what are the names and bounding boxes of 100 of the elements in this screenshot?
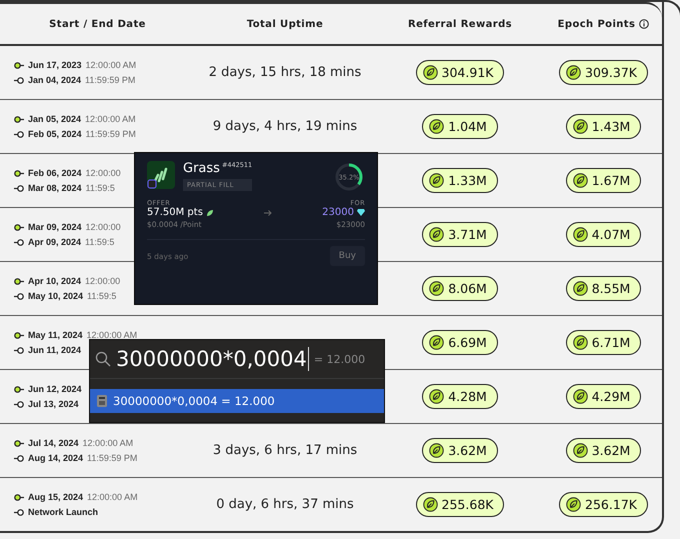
- leaf-icon: [572, 227, 588, 242]
- leaf-icon: [429, 335, 444, 350]
- uptime-text: 0 day, 6 hrs, 37 mins: [215, 497, 355, 512]
- column-header: Total Uptime: [246, 18, 324, 30]
- leaf-icon: [422, 497, 438, 512]
- leaf-icon: [572, 281, 588, 296]
- date-text: May 11, 2024: [28, 330, 83, 340]
- referral-reward-badge: 304.91K: [416, 60, 504, 85]
- date-text: Jun 11, 2024: [28, 345, 82, 355]
- referral-reward-badge: 1.04M: [422, 114, 498, 139]
- time-text: 12:00:00 AM: [86, 330, 138, 340]
- referral-reward-badge: 255.68K: [416, 492, 504, 517]
- leaf-icon: [429, 281, 444, 296]
- date-text: Mar 09, 2024: [28, 222, 82, 232]
- start-marker-icon: [14, 494, 24, 500]
- diamond-icon: [356, 209, 365, 216]
- time-text: 12:00:00: [86, 168, 121, 178]
- time-text: 12:00:00 AM: [86, 60, 136, 70]
- epoch-points-badge: 309.37K: [559, 60, 648, 85]
- leaf-icon: [572, 173, 588, 188]
- calculator-input[interactable]: 30000000*0,0004: [116, 347, 309, 371]
- time-text: 12:00:00 AM: [85, 114, 136, 124]
- epoch-points-badge: 1.43M: [566, 114, 642, 139]
- end-marker-icon: [14, 130, 24, 138]
- date-text: Jun 17, 2023: [28, 60, 82, 70]
- referral-reward-badge: 3.71M: [422, 222, 498, 247]
- referral-reward-badge: 4.28M: [422, 384, 498, 409]
- date-text: Feb 05, 2024: [28, 129, 82, 139]
- calculator-icon: [97, 394, 107, 406]
- date-text: Jan 05, 2024: [28, 114, 82, 124]
- epoch-points-badge: 256.17K: [559, 492, 648, 517]
- leaf-icon: [429, 173, 444, 188]
- date-text: Network Launch: [28, 507, 98, 517]
- start-marker-icon: [14, 386, 24, 392]
- logo-icon: [147, 161, 175, 189]
- epoch-points-badge: 4.29M: [566, 384, 642, 409]
- epoch-points-badge: 6.71M: [566, 330, 642, 355]
- end-marker-icon: [14, 400, 24, 408]
- start-marker-icon: [14, 440, 24, 446]
- leaf-icon: [572, 443, 588, 458]
- inline-result: = 12.000: [314, 352, 366, 366]
- date-text: May 10, 2024: [28, 291, 84, 301]
- leaf-icon: [572, 119, 588, 134]
- column-header: Epoch Points: [558, 18, 636, 30]
- end-marker-icon: [14, 346, 24, 354]
- end-marker-icon: [14, 76, 24, 84]
- leaf-icon: [566, 65, 582, 80]
- leaf-icon: [429, 119, 444, 134]
- uptime-text: 9 days, 4 hrs, 19 mins: [212, 119, 358, 134]
- info-icon[interactable]: [639, 19, 650, 29]
- end-marker-icon: [14, 508, 24, 516]
- date-text: Apr 10, 2024: [28, 276, 82, 286]
- leaf-icon: [206, 208, 214, 216]
- referral-reward-badge: 8.06M: [422, 276, 498, 301]
- date-text: Aug 15, 2024: [28, 492, 84, 502]
- time-text: 11:59:5: [86, 183, 115, 193]
- date-text: Jul 14, 2024: [28, 438, 79, 448]
- arrow-icon: [264, 210, 272, 216]
- referral-reward-badge: 3.62M: [422, 438, 498, 463]
- date-text: Aug 14, 2024: [28, 453, 84, 463]
- referral-reward-badge: 1.33M: [422, 168, 498, 193]
- column-header: Referral Rewards: [408, 18, 512, 30]
- epoch-points-badge: 3.62M: [566, 438, 642, 463]
- search-icon: [95, 351, 111, 367]
- epoch-points-badge: 1.67M: [566, 168, 642, 193]
- start-marker-icon: [14, 224, 24, 230]
- date-text: Apr 09, 2024: [28, 237, 82, 247]
- time-text: 12:00:00 AM: [87, 492, 138, 502]
- epoch-points-badge: 4.07M: [566, 222, 642, 247]
- date-text: Mar 08, 2024: [28, 183, 82, 193]
- time-text: 12:00:00: [86, 222, 121, 232]
- end-marker-icon: [14, 454, 24, 462]
- time-text: 11:59:5: [87, 291, 116, 301]
- uptime-text: 3 days, 6 hrs, 17 mins: [212, 443, 358, 458]
- start-marker-icon: [14, 278, 24, 284]
- time-text: 12:00:00: [85, 276, 120, 286]
- epoch-points-badge: 8.55M: [566, 276, 642, 301]
- for-amount: 23000: [322, 207, 354, 218]
- time-text: 11:59:59 PM: [87, 453, 138, 463]
- result-row[interactable]: 30000000*0,0004 = 12.000: [90, 388, 384, 412]
- date-text: Jul 13, 2024: [28, 399, 79, 409]
- date-text: Feb 06, 2024: [28, 168, 82, 178]
- leaf-icon: [572, 389, 588, 404]
- uptime-text: 2 days, 15 hrs, 18 mins: [208, 65, 362, 80]
- start-marker-icon: [14, 116, 24, 122]
- time-text: 12:00:00 AM: [82, 438, 134, 448]
- leaf-icon: [429, 227, 444, 242]
- time-text: 11:59:59 PM: [86, 129, 136, 139]
- end-marker-icon: [14, 292, 24, 300]
- start-marker-icon: [14, 62, 24, 68]
- date-text: Jun 12, 2024: [28, 384, 82, 394]
- leaf-icon: [566, 497, 582, 512]
- referral-reward-badge: 6.69M: [422, 330, 498, 355]
- buy-button[interactable]: Buy: [330, 246, 365, 266]
- time-text: 11:59:59 PM: [85, 75, 136, 85]
- token-name: Grass: [183, 161, 220, 176]
- column-header: Start / End Date: [49, 18, 146, 30]
- end-marker-icon: [14, 184, 24, 192]
- end-marker-icon: [14, 238, 24, 246]
- leaf-icon: [572, 335, 588, 350]
